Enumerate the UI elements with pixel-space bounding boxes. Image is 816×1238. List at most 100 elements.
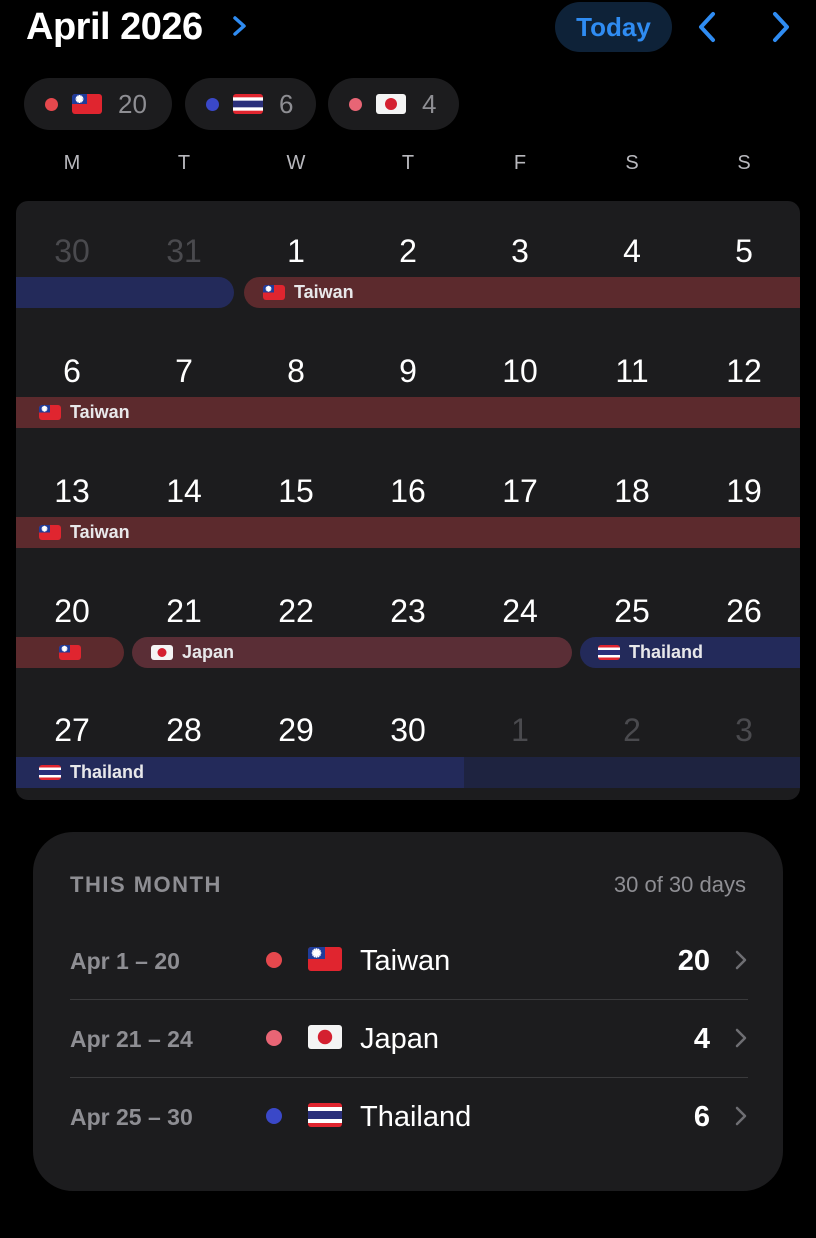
trip-bar-taiwan[interactable]: Taiwan <box>16 397 800 428</box>
taiwan-flag-icon <box>39 405 61 420</box>
trip-days: 20 <box>677 944 710 977</box>
chevron-right-icon <box>734 1026 748 1050</box>
weekday-label: W <box>286 152 306 174</box>
thailand-flag-icon <box>598 645 620 660</box>
color-dot <box>266 1108 282 1124</box>
day-cell[interactable]: 2 <box>352 233 464 270</box>
trip-bar-thailand-continued[interactable] <box>464 757 800 788</box>
day-cell[interactable]: 25 <box>576 593 688 630</box>
day-cell[interactable]: 15 <box>240 473 352 510</box>
trip-bar-previous[interactable] <box>16 277 234 308</box>
weekday-label: M <box>63 152 81 174</box>
days-tracked: 30 of 30 days <box>613 872 746 897</box>
trip-bar-label: Taiwan <box>70 402 130 422</box>
previous-month-button[interactable] <box>690 8 726 46</box>
color-dot <box>349 97 362 111</box>
trip-bar-japan[interactable]: Japan <box>132 637 572 668</box>
calendar-grid: 30 31 1 2 3 4 5 Taiwan 6 7 8 9 10 11 12 … <box>16 201 800 800</box>
trip-bar-label: Thailand <box>629 642 704 662</box>
day-cell[interactable]: 3 <box>464 233 576 270</box>
thailand-flag-icon <box>233 94 263 114</box>
today-button[interactable]: Today <box>555 2 672 52</box>
day-cell[interactable]: 12 <box>688 353 800 390</box>
day-cell[interactable]: 27 <box>16 712 128 749</box>
day-cell[interactable]: 21 <box>128 593 240 630</box>
day-cell[interactable]: 13 <box>16 473 128 510</box>
chevron-left-icon <box>699 12 715 42</box>
day-cell[interactable]: 1 <box>240 233 352 270</box>
day-cell[interactable]: 6 <box>16 353 128 390</box>
color-dot <box>266 952 282 968</box>
day-cell[interactable]: 7 <box>128 353 240 390</box>
trip-row-taiwan[interactable]: Apr 1 – 20 Taiwan 20 <box>70 922 748 1000</box>
color-dot <box>45 97 58 111</box>
japan-flag-icon <box>376 94 406 114</box>
day-cell[interactable]: 29 <box>240 712 352 749</box>
thailand-flag-icon <box>39 765 61 780</box>
taiwan-flag-icon <box>72 94 102 114</box>
japan-flag-icon <box>151 645 173 660</box>
day-cell[interactable]: 16 <box>352 473 464 510</box>
trip-date-range: Apr 1 – 20 <box>70 947 180 974</box>
thailand-flag-icon <box>308 1103 342 1127</box>
japan-flag-icon <box>308 1025 342 1049</box>
summary-pill-taiwan[interactable]: 20 <box>24 78 172 130</box>
weekday-label: F <box>513 152 527 174</box>
day-cell[interactable]: 22 <box>240 593 352 630</box>
trip-bar-thailand[interactable]: Thailand <box>580 637 800 668</box>
day-cell[interactable]: 31 <box>128 233 240 270</box>
trip-bar-taiwan[interactable] <box>16 637 124 668</box>
chevron-right-icon <box>773 12 789 42</box>
month-title[interactable]: April 2026 <box>26 6 203 49</box>
trip-days: 6 <box>693 1100 710 1133</box>
day-cell[interactable]: 23 <box>352 593 464 630</box>
this-month-card: THIS MONTH 30 of 30 days Apr 1 – 20 Taiw… <box>33 832 783 1191</box>
weekday-label: S <box>625 152 639 174</box>
chevron-right-icon[interactable] <box>230 12 250 40</box>
day-cell[interactable]: 9 <box>352 353 464 390</box>
day-cell[interactable]: 5 <box>688 233 800 270</box>
trip-date-range: Apr 25 – 30 <box>70 1103 193 1130</box>
day-cell[interactable]: 10 <box>464 353 576 390</box>
trip-row-japan[interactable]: Apr 21 – 24 Japan 4 <box>70 1000 748 1078</box>
trip-bar-label: Taiwan <box>294 282 354 302</box>
trip-bar-thailand[interactable]: Thailand <box>16 757 464 788</box>
trip-bar-taiwan[interactable]: Taiwan <box>16 517 800 548</box>
next-month-button[interactable] <box>762 8 798 46</box>
trip-bar-taiwan[interactable]: Taiwan <box>244 277 800 308</box>
taiwan-flag-icon <box>59 645 81 660</box>
color-dot <box>206 97 219 111</box>
summary-count: 4 <box>422 88 437 119</box>
taiwan-flag-icon <box>263 285 285 300</box>
trip-country: Japan <box>360 1022 440 1055</box>
summary-pill-japan[interactable]: 4 <box>328 78 459 130</box>
day-cell[interactable]: 14 <box>128 473 240 510</box>
day-cell[interactable]: 8 <box>240 353 352 390</box>
weekday-label: S <box>737 152 751 174</box>
day-cell[interactable]: 28 <box>128 712 240 749</box>
chevron-right-icon <box>734 948 748 972</box>
trip-row-thailand[interactable]: Apr 25 – 30 Thailand 6 <box>70 1078 748 1156</box>
day-cell[interactable]: 4 <box>576 233 688 270</box>
weekday-label: T <box>177 152 191 174</box>
weekday-label: T <box>401 152 415 174</box>
day-cell[interactable]: 24 <box>464 593 576 630</box>
trip-bar-label: Thailand <box>70 762 145 782</box>
day-cell[interactable]: 30 <box>352 712 464 749</box>
day-cell[interactable]: 1 <box>464 712 576 749</box>
trip-bar-label: Taiwan <box>70 522 130 542</box>
day-cell[interactable]: 19 <box>688 473 800 510</box>
summary-pill-thailand[interactable]: 6 <box>185 78 316 130</box>
summary-count: 6 <box>279 88 294 119</box>
color-dot <box>266 1030 282 1046</box>
header: April 2026 Today <box>0 0 816 60</box>
day-cell[interactable]: 17 <box>464 473 576 510</box>
day-cell[interactable]: 3 <box>688 712 800 749</box>
day-cell[interactable]: 11 <box>576 353 688 390</box>
day-cell[interactable]: 30 <box>16 233 128 270</box>
day-cell[interactable]: 2 <box>576 712 688 749</box>
day-cell[interactable]: 18 <box>576 473 688 510</box>
day-cell[interactable]: 26 <box>688 593 800 630</box>
day-cell[interactable]: 20 <box>16 593 128 630</box>
summary-count: 20 <box>118 88 147 119</box>
